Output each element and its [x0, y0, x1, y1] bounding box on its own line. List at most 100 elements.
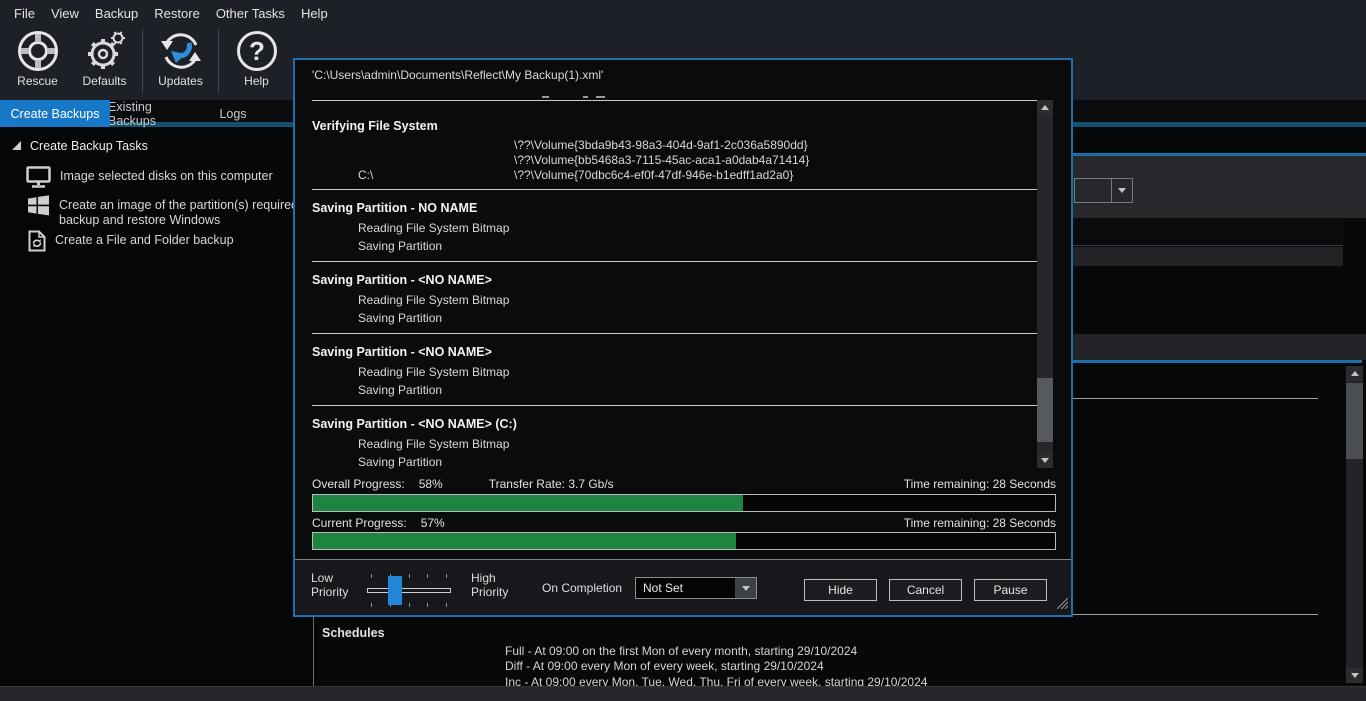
task-file-folder-backup[interactable]: Create a File and Folder backup	[28, 230, 234, 256]
backup-log: Verifying File System \??\Volume{3bda9b4…	[312, 88, 1039, 470]
scroll-up-icon[interactable]	[1346, 366, 1363, 381]
menu-bar: File View Backup Restore Other Tasks Hel…	[0, 0, 1366, 26]
question-mark-icon: ?	[235, 29, 279, 73]
overall-time-remaining: Time remaining: 28 Seconds	[904, 477, 1056, 491]
overall-progress-fill	[313, 495, 743, 511]
tab-create-backups[interactable]: Create Backups	[0, 100, 110, 127]
hide-button[interactable]: Hide	[804, 579, 877, 601]
dialog-controls: Low Priority High Priority On Completion…	[295, 559, 1071, 615]
toolbar-separator	[142, 29, 143, 93]
updates-button[interactable]: Updates	[147, 26, 214, 88]
overall-progress-label: Overall Progress:	[312, 477, 405, 491]
scroll-down-icon[interactable]	[1037, 453, 1053, 468]
low-priority-label: Low Priority	[311, 571, 348, 599]
log-row: C:\ \??\Volume{70dbc6c4-ef0f-47df-946e-b…	[312, 168, 1039, 183]
create-backup-tasks-header[interactable]: Create Backup Tasks	[12, 139, 148, 153]
log-section-heading: Saving Partition - <NO NAME>	[312, 272, 1039, 288]
tree-header-label: Create Backup Tasks	[30, 139, 148, 153]
log-row: Saving Partition	[312, 453, 1039, 470]
slider-ticks	[371, 603, 447, 607]
updates-label: Updates	[158, 74, 203, 88]
windows-icon	[27, 195, 50, 228]
scroll-down-icon[interactable]	[1346, 668, 1363, 683]
current-progress-bar	[312, 532, 1056, 550]
on-completion-label: On Completion	[542, 581, 622, 595]
task-image-selected-disks[interactable]: Image selected disks on this computer	[26, 166, 273, 192]
resize-grip[interactable]	[1057, 598, 1068, 612]
help-label: Help	[244, 74, 269, 88]
log-section-saving-4: Saving Partition - <NO NAME> (C:) Readin…	[312, 405, 1039, 470]
log-section-saving-1: Saving Partition - NO NAME Reading File …	[312, 189, 1039, 261]
gear-icon	[83, 29, 127, 73]
overall-progress-value: 58%	[419, 477, 443, 491]
log-section-heading: Verifying File System	[312, 118, 1039, 134]
pause-button[interactable]: Pause	[974, 579, 1047, 601]
task-label: Create a File and Folder backup	[55, 230, 234, 256]
high-priority-label: High Priority	[471, 571, 508, 599]
scroll-up-icon[interactable]	[1037, 100, 1053, 115]
scrollbar-thumb[interactable]	[1346, 383, 1363, 459]
overall-progress-bar	[312, 494, 1056, 512]
overall-progress-row: Overall Progress: 58% Transfer Rate: 3.7…	[312, 477, 1056, 491]
log-section-verify: Verifying File System \??\Volume{3bda9b4…	[312, 100, 1039, 189]
monitor-icon	[26, 166, 51, 192]
backup-progress-dialog: 'C:\Users\admin\Documents\Reflect\My Bac…	[293, 58, 1073, 617]
log-section-saving-3: Saving Partition - <NO NAME> Reading Fil…	[312, 333, 1039, 405]
slider-track[interactable]	[367, 588, 451, 593]
defaults-label: Defaults	[82, 74, 126, 88]
log-row: Saving Partition	[312, 309, 1039, 327]
on-completion-dropdown[interactable]: Not Set	[635, 577, 757, 599]
log-section-heading: Saving Partition - NO NAME	[312, 200, 1039, 216]
log-row: Reading File System Bitmap	[312, 291, 1039, 309]
log-scrollbar[interactable]	[1037, 100, 1053, 468]
tab-logs[interactable]: Logs	[211, 100, 255, 127]
current-progress-fill	[313, 533, 736, 549]
scrollbar-thumb[interactable]	[1037, 378, 1053, 442]
log-row: Saving Partition	[312, 237, 1039, 255]
help-button[interactable]: ? Help	[223, 26, 290, 88]
menu-help[interactable]: Help	[301, 6, 328, 21]
clipped-log-line	[312, 88, 1039, 100]
log-row: \??\Volume{3bda9b43-98a3-404d-9af1-2c036…	[312, 138, 1039, 153]
log-row: Reading File System Bitmap	[312, 363, 1039, 381]
status-bar	[0, 686, 1366, 701]
slider-thumb[interactable]	[388, 576, 402, 605]
combobox-value	[1075, 179, 1111, 202]
current-progress-row: Current Progress: 57% Time remaining: 28…	[312, 516, 1056, 530]
log-section-saving-2: Saving Partition - <NO NAME> Reading Fil…	[312, 261, 1039, 333]
menu-backup[interactable]: Backup	[95, 6, 138, 21]
schedule-list: Full - At 09:00 on the first Mon of ever…	[505, 644, 927, 690]
background-combobox[interactable]	[1074, 178, 1133, 203]
slider-ticks	[371, 574, 447, 578]
dropdown-value: Not Set	[636, 581, 735, 595]
menu-other-tasks[interactable]: Other Tasks	[216, 6, 285, 21]
log-row: \??\Volume{bb5468a3-7115-45ac-aca1-a0dab…	[312, 153, 1039, 168]
log-row: Reading File System Bitmap	[312, 435, 1039, 453]
sync-arrows-icon	[159, 29, 203, 73]
rescue-label: Rescue	[17, 74, 58, 88]
create-backup-tasks-panel: Create Backup Tasks Image selected disks…	[0, 127, 313, 686]
rescue-button[interactable]: Rescue	[4, 26, 71, 88]
svg-text:?: ?	[249, 36, 265, 66]
menu-restore[interactable]: Restore	[154, 6, 200, 21]
macrium-reflect-window: File View Backup Restore Other Tasks Hel…	[0, 0, 1366, 701]
schedules-heading: Schedules	[322, 626, 385, 640]
toolbar-separator	[218, 29, 219, 93]
log-row: Reading File System Bitmap	[312, 219, 1039, 237]
chevron-down-icon	[1111, 179, 1132, 202]
defaults-button[interactable]: Defaults	[71, 26, 138, 88]
background-scrollbar[interactable]	[1346, 366, 1363, 683]
cancel-button[interactable]: Cancel	[889, 579, 962, 601]
task-image-windows-partitions[interactable]: Create an image of the partition(s) requ…	[27, 195, 311, 228]
log-row: Saving Partition	[312, 381, 1039, 399]
file-folder-backup-icon	[28, 230, 46, 256]
chevron-down-icon	[735, 578, 756, 598]
current-progress-label: Current Progress:	[312, 516, 407, 530]
log-section-heading: Saving Partition - <NO NAME> (C:)	[312, 416, 1039, 432]
tab-existing-backups[interactable]: Existing Backups	[108, 100, 200, 127]
task-label: Create an image of the partition(s) requ…	[59, 195, 311, 228]
menu-view[interactable]: View	[51, 6, 79, 21]
menu-file[interactable]: File	[14, 6, 35, 21]
schedule-line-full: Full - At 09:00 on the first Mon of ever…	[505, 644, 927, 659]
priority-slider[interactable]	[367, 574, 451, 608]
